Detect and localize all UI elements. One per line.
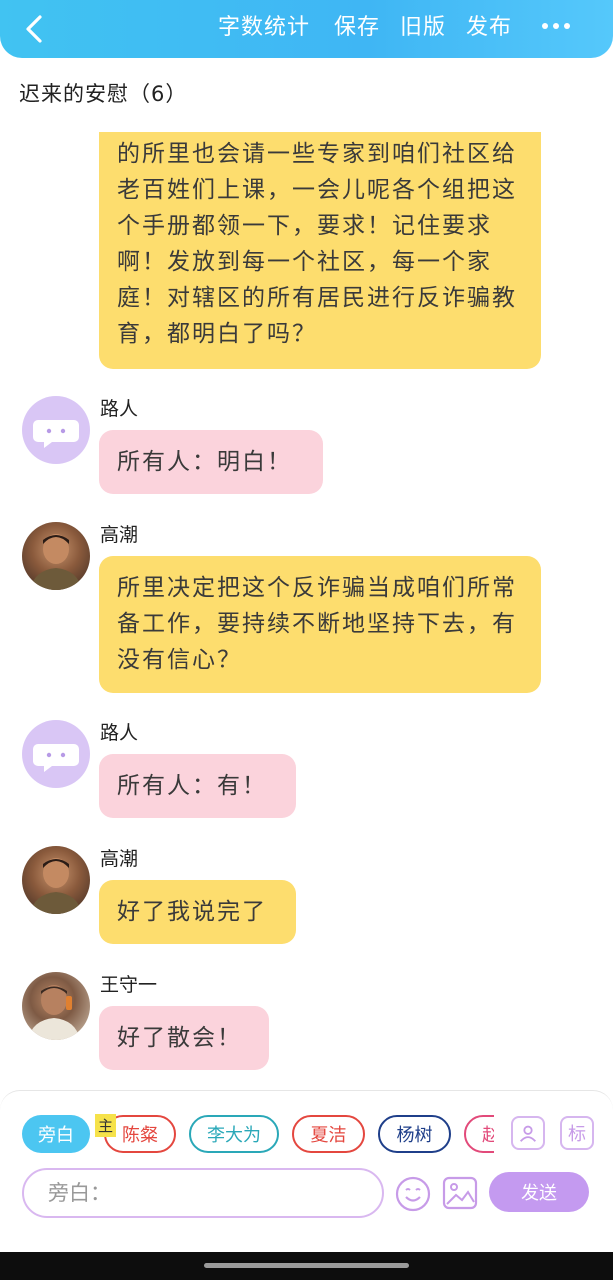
avatar[interactable]	[22, 972, 90, 1040]
more-options-icon[interactable]	[536, 12, 576, 40]
person-photo-icon	[28, 985, 80, 1040]
message-text: 的所里也会请一些专家到咱们社区给老百姓们上课，一会儿呢各个组把这个手册都领一下，…	[117, 141, 517, 347]
word-count-button[interactable]: 字数统计	[218, 0, 310, 50]
character-manage-icon[interactable]	[511, 1116, 545, 1150]
message-input-wrapper	[22, 1168, 384, 1218]
message-bubble[interactable]: 所有人：有！	[99, 754, 296, 818]
story-title: 迟来的安慰（6）	[19, 82, 188, 106]
message-text: 好了散会！	[117, 1025, 242, 1051]
speaker-name: 高潮	[100, 848, 139, 870]
emoji-icon[interactable]	[395, 1176, 431, 1212]
chevron-left-icon	[26, 15, 42, 43]
character-chip-narrator[interactable]: 旁白	[22, 1115, 90, 1153]
avatar[interactable]	[22, 846, 90, 914]
system-nav-bar	[0, 1252, 613, 1280]
message-text: 所有人：有！	[117, 773, 267, 799]
character-chip[interactable]: 李大为	[189, 1115, 279, 1153]
chat-bubble-icon	[33, 420, 79, 448]
old-version-button[interactable]: 旧版	[400, 0, 446, 50]
home-indicator[interactable]	[204, 1263, 409, 1268]
person-photo-icon	[30, 858, 82, 914]
person-photo-icon	[30, 534, 82, 590]
send-button[interactable]: 发送	[489, 1172, 589, 1212]
chat-area[interactable]: 的所里也会请一些专家到咱们社区给老百姓们上课，一会儿呢各个组把这个手册都领一下，…	[0, 132, 613, 1090]
main-character-badge: 主	[95, 1114, 117, 1137]
user-icon	[519, 1125, 537, 1142]
speaker-name: 高潮	[100, 524, 139, 546]
publish-button[interactable]: 发布	[466, 0, 512, 50]
mark-button[interactable]: 标	[560, 1116, 594, 1150]
character-selector[interactable]: 旁白 陈粲 李大为 夏洁 杨树 赵	[0, 1105, 494, 1165]
message-bubble[interactable]: 好了我说完了	[99, 880, 296, 944]
message-input[interactable]	[24, 1170, 382, 1216]
avatar[interactable]	[22, 720, 90, 788]
image-icon[interactable]	[442, 1176, 478, 1210]
speaker-name: 路人	[100, 398, 139, 420]
top-bar: 字数统计 保存 旧版 发布	[0, 0, 613, 58]
message-bubble[interactable]: 的所里也会请一些专家到咱们社区给老百姓们上课，一会儿呢各个组把这个手册都领一下，…	[99, 132, 541, 369]
back-button[interactable]	[14, 9, 54, 49]
message-text: 所有人：明白！	[117, 449, 292, 475]
message-bubble[interactable]: 所里决定把这个反诈骗当成咱们所常备工作，要持续不断地坚持下去，有没有信心？	[99, 556, 541, 693]
speaker-name: 王守一	[100, 974, 158, 996]
avatar[interactable]	[22, 522, 90, 590]
mark-label: 标	[568, 1124, 586, 1145]
character-chip[interactable]: 赵	[464, 1115, 494, 1153]
message-bubble[interactable]: 所有人：明白！	[99, 430, 323, 494]
message-text: 所里决定把这个反诈骗当成咱们所常备工作，要持续不断地坚持下去，有没有信心？	[117, 575, 517, 673]
message-text: 好了我说完了	[117, 899, 267, 925]
avatar[interactable]	[22, 396, 90, 464]
save-button[interactable]: 保存	[334, 0, 380, 50]
message-bubble[interactable]: 好了散会！	[99, 1006, 269, 1070]
speaker-name: 路人	[100, 722, 139, 744]
chat-bubble-icon	[33, 744, 79, 772]
character-chip[interactable]: 杨树	[378, 1115, 451, 1153]
character-chip[interactable]: 夏洁	[292, 1115, 365, 1153]
